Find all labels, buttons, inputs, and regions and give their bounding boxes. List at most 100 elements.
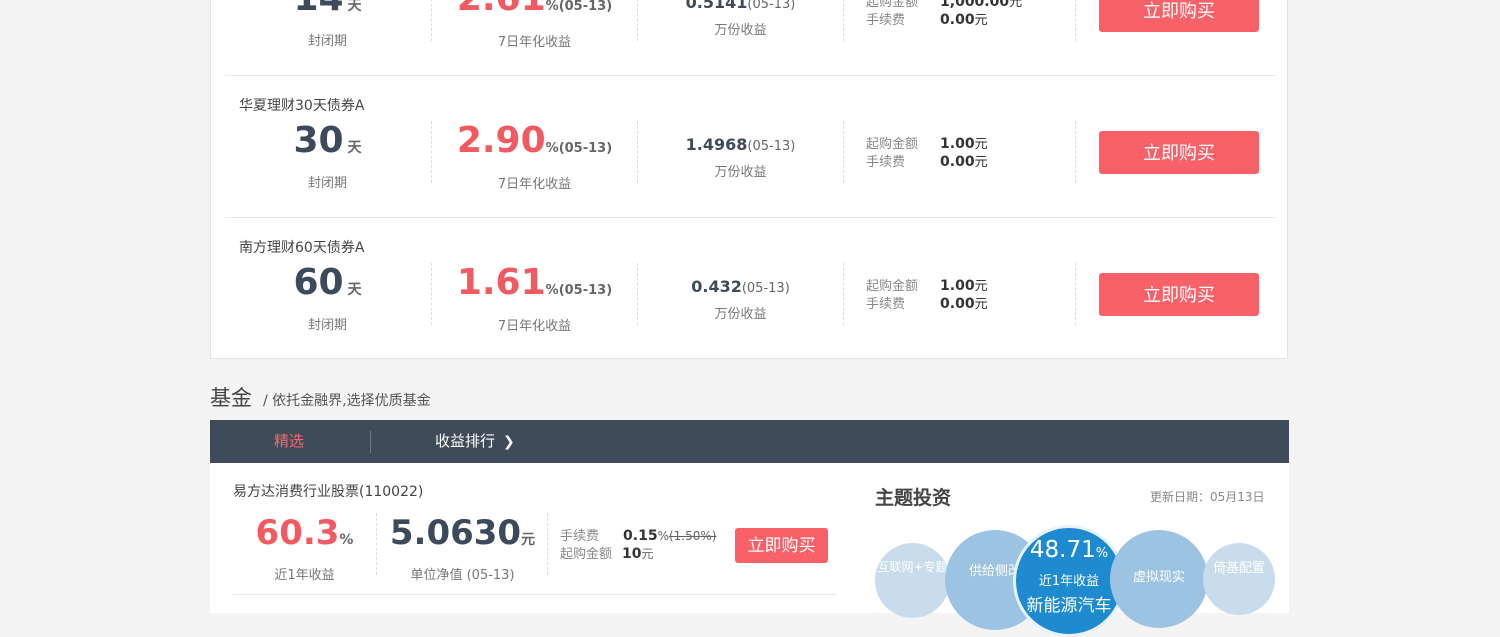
theme-bubble[interactable]: 倚基配置 — [1203, 543, 1275, 615]
tab-featured[interactable]: 精选 — [274, 420, 304, 463]
yield-unit: % — [545, 141, 559, 156]
fund-buy-now-button[interactable]: 立即购买 — [735, 528, 828, 563]
fee-value: 0.00 — [940, 154, 975, 170]
yield-unit: % — [545, 0, 559, 14]
buy-cell: 立即购买 — [1075, 263, 1276, 325]
term-cell: 30 天 封闭期 — [225, 120, 430, 192]
yield-date: (05-13) — [558, 141, 613, 156]
yield-value: 2.61 — [457, 0, 546, 19]
buy-cell: 立即购买 — [1075, 121, 1276, 183]
term-cell: 60 天 封闭期 — [225, 262, 430, 334]
fund-nav-unit: 元 — [521, 532, 536, 548]
min-amount-label: 起购金额 — [866, 0, 919, 10]
yield-cell: 2.90%(05-13) 7日年化收益 — [431, 121, 637, 192]
fund-fee-pct: % — [657, 529, 669, 543]
fee-label: 手续费 — [866, 155, 906, 170]
fee-label: 手续费 — [866, 297, 906, 312]
term-label: 封闭期 — [307, 176, 347, 191]
fund-fee-value: 0.15 — [623, 528, 658, 544]
income-label: 万份收益 — [714, 307, 767, 322]
yield-label: 7日年化收益 — [497, 35, 572, 50]
purchase-info-cell: 起购金额 1.00元 手续费 0.00元 — [843, 121, 1076, 183]
purchase-info-cell: 起购金额 1,000.00元 手续费 0.00元 — [843, 0, 1076, 41]
product-row: 华夏理财30天债券A 30 天 封闭期 2.90%(05-13) 7日年化收益 1… — [225, 75, 1275, 218]
min-amount-label: 起购金额 — [866, 279, 919, 294]
yield-date: (05-13) — [558, 283, 613, 298]
term-unit: 天 — [347, 282, 362, 298]
fund-panel: 易方达消费行业股票(110022) 60.3% 近1年收益 5.0630元 单位… — [210, 463, 1289, 637]
income-date: (05-13) — [741, 281, 790, 296]
fee-value: 0.00 — [940, 296, 975, 312]
term-value: 14 — [293, 0, 343, 19]
income-value: 0.432 — [691, 277, 742, 296]
fund-name[interactable]: 易方达消费行业股票(110022) — [233, 481, 423, 501]
tab-return-ranking-label: 收益排行 — [435, 432, 496, 450]
fund-fee-original: (1.50%) — [668, 529, 717, 543]
yield-date: (05-13) — [558, 0, 613, 14]
theme-update-date: 更新日期：05月13日 — [1150, 490, 1265, 504]
product-row: 14天 封闭期 2.61%(05-13) 7日年化收益 0.5141(05-13… — [225, 0, 1275, 76]
fund-divider — [233, 594, 836, 595]
buy-cell: 立即购买 — [1075, 0, 1276, 41]
fee-unit: 元 — [974, 155, 988, 170]
chevron-right-icon: ❯ — [503, 434, 515, 450]
theme-bubble-featured[interactable]: 48.71% 近1年收益 新能源汽车 — [1013, 525, 1125, 637]
fee-unit: 元 — [974, 297, 988, 312]
income-cell: 0.5141(05-13) 万份收益 — [637, 0, 843, 41]
tab-divider — [370, 431, 371, 453]
fund-tab-bar: 精选 收益排行 ❯ — [210, 420, 1289, 463]
yield-cell: 1.61%(05-13) 7日年化收益 — [431, 262, 637, 334]
featured-return-value: 48.71 — [1029, 537, 1096, 563]
term-unit: 天 — [347, 140, 362, 156]
featured-theme-name: 新能源汽车 — [1026, 596, 1112, 616]
fund-nav-label: 单位净值 (05-13) — [410, 568, 515, 583]
theme-bubble[interactable]: 互联网+专题 — [875, 543, 950, 618]
income-label: 万份收益 — [714, 165, 767, 180]
theme-investment-title: 主题投资 — [875, 487, 952, 509]
fee-value: 0.00 — [940, 12, 975, 28]
yield-cell: 2.61%(05-13) 7日年化收益 — [431, 0, 637, 50]
buy-now-button[interactable]: 立即购买 — [1099, 273, 1259, 316]
fee-label: 手续费 — [866, 13, 906, 28]
theme-bubble[interactable]: 虚拟现实 — [1110, 530, 1208, 628]
yield-unit: % — [545, 283, 559, 298]
fund-nav-value: 5.0630 — [389, 513, 522, 553]
fund-info-cell: 手续费 0.15%(1.50%) 起购金额 10元 — [547, 513, 723, 575]
term-value: 30 — [293, 120, 344, 161]
fund-min-unit: 元 — [641, 547, 654, 561]
yield-value: 1.61 — [456, 262, 546, 303]
income-cell: 0.432(05-13) 万份收益 — [637, 263, 843, 325]
fund-section-title: 基金 — [210, 386, 252, 410]
term-value: 60 — [293, 262, 344, 303]
term-cell: 14 天 封闭期 — [225, 0, 430, 49]
featured-return-unit: % — [1095, 546, 1109, 561]
min-amount-unit: 元 — [1009, 0, 1023, 10]
term-label: 封闭期 — [307, 318, 347, 333]
min-amount-label: 起购金额 — [866, 137, 919, 152]
fund-return-label: 近1年收益 — [274, 568, 335, 583]
purchase-info-cell: 起购金额 1.00元 手续费 0.00元 — [843, 263, 1076, 325]
fund-min-value: 10 — [622, 546, 642, 562]
term-label: 封闭期 — [307, 34, 347, 49]
fund-return-unit: % — [339, 532, 354, 548]
tab-return-ranking[interactable]: 收益排行 ❯ — [435, 420, 515, 463]
income-cell: 1.4968(05-13) 万份收益 — [637, 121, 843, 183]
income-value: 0.5141 — [685, 0, 748, 12]
income-date: (05-13) — [747, 139, 796, 154]
fund-nav-cell: 5.0630元 单位净值 (05-13) — [376, 513, 548, 583]
product-name[interactable]: 南方理财60天债券A — [239, 237, 364, 257]
term-unit: 天 — [347, 0, 362, 14]
min-amount-value: 1.00 — [940, 136, 975, 152]
wealth-products-panel: 14天 封闭期 2.61%(05-13) 7日年化收益 0.5141(05-13… — [210, 0, 1288, 359]
income-value: 1.4968 — [685, 135, 748, 154]
buy-now-button[interactable]: 立即购买 — [1099, 0, 1259, 32]
fund-section-subtitle: / 依托金融界,选择优质基金 — [263, 393, 431, 409]
min-amount-value: 1.00 — [940, 278, 975, 294]
featured-return-label: 近1年收益 — [1038, 574, 1100, 589]
min-amount-unit: 元 — [974, 137, 988, 152]
fund-return-cell: 60.3% 近1年收益 — [233, 513, 376, 583]
product-name[interactable]: 华夏理财30天债券A — [239, 95, 364, 115]
buy-now-button[interactable]: 立即购买 — [1099, 131, 1259, 174]
min-amount-value: 1,000.00 — [940, 0, 1010, 10]
income-label: 万份收益 — [714, 23, 767, 38]
